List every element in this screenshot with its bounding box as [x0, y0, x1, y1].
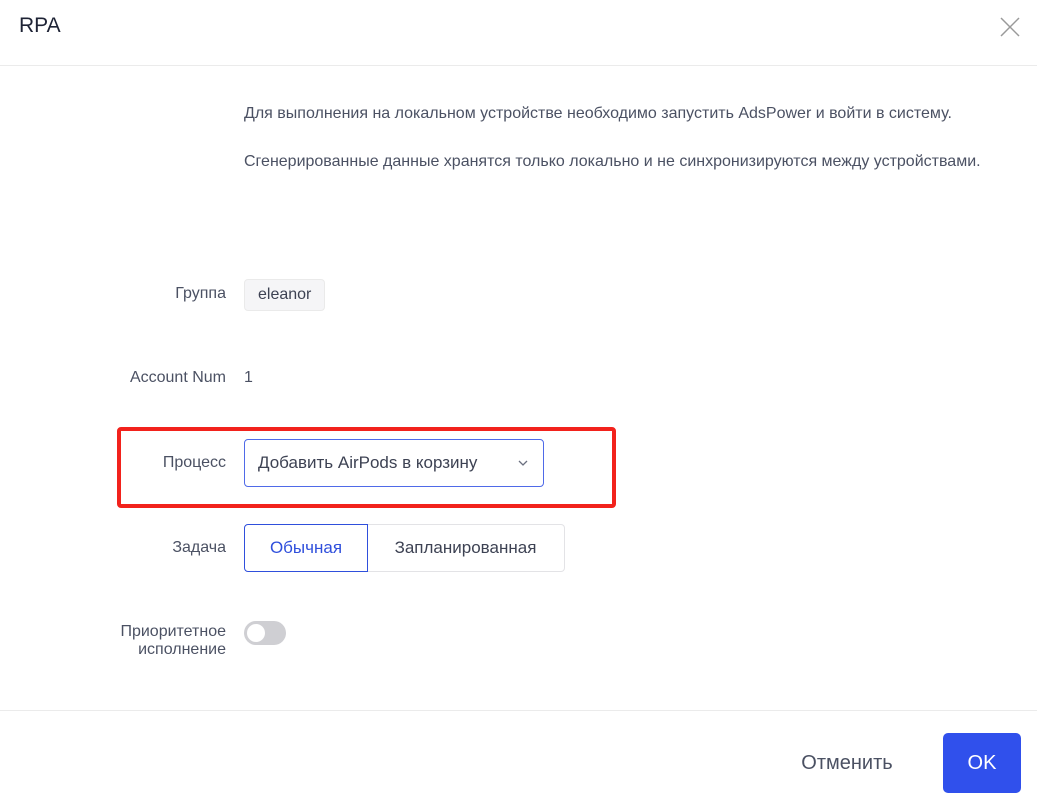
task-option-regular[interactable]: Обычная: [244, 524, 368, 572]
local-run-notice: Для выполнения на локальном устройстве н…: [244, 105, 981, 170]
toggle-knob: [247, 624, 265, 642]
account-num-label: Account Num: [129, 369, 226, 386]
close-icon: [1000, 17, 1020, 37]
rpa-dialog: RPA Для выполнения на локальном устройст…: [0, 0, 1037, 811]
process-label: Процесс: [162, 454, 226, 471]
dialog-title: RPA: [19, 14, 61, 37]
dialog-header: RPA: [0, 0, 1037, 66]
group-label: Группа: [175, 285, 226, 302]
ok-button[interactable]: OK: [943, 733, 1021, 793]
chevron-down-icon: [518, 460, 528, 466]
close-button[interactable]: [998, 15, 1022, 39]
cancel-button[interactable]: Отменить: [782, 733, 912, 793]
process-select-value: Добавить AirPods в корзину: [258, 453, 478, 472]
priority-label-line2: исполнение: [138, 641, 226, 658]
account-num-value: 1: [244, 369, 253, 386]
process-select[interactable]: Добавить AirPods в корзину: [244, 439, 544, 487]
priority-toggle[interactable]: [244, 621, 286, 645]
task-option-scheduled[interactable]: Запланированная: [367, 524, 565, 572]
priority-label-line1: Приоритетное: [120, 623, 226, 640]
task-label: Задача: [172, 539, 226, 556]
group-tag: eleanor: [244, 279, 326, 311]
